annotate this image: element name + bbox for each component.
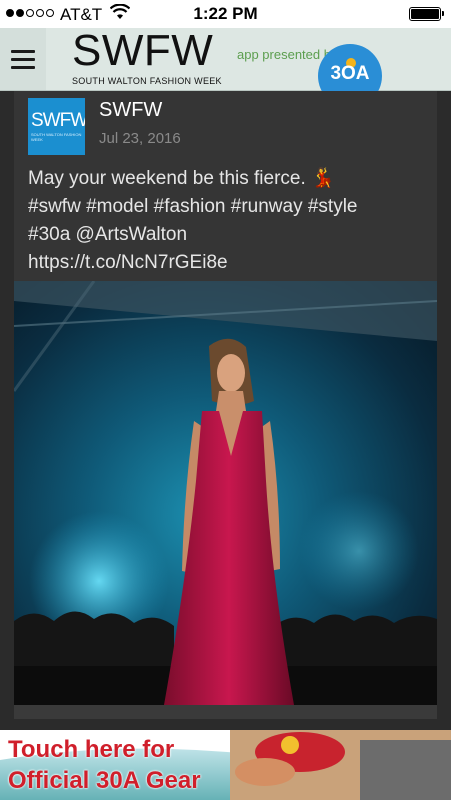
logo-subtitle: SOUTH WALTON FASHION WEEK (72, 76, 222, 86)
hamburger-menu-icon (11, 50, 35, 53)
clock: 1:22 PM (193, 4, 258, 23)
hamburger-menu-button[interactable] (0, 28, 46, 90)
avatar-text: SWFW (31, 110, 85, 131)
post-date: Jul 23, 2016 (99, 130, 181, 147)
post-card[interactable]: SWFW SOUTH WALTON FASHION WEEK SWFW Jul … (14, 91, 437, 281)
sponsor-badge-text: 3OA (330, 63, 370, 84)
post-author[interactable]: SWFW (99, 99, 162, 122)
logo-title: SWFW (72, 26, 214, 75)
post-divider (14, 705, 437, 719)
app-header: SWFW SOUTH WALTON FASHION WEEK app prese… (0, 26, 451, 108)
avatar[interactable]: SWFW SOUTH WALTON FASHION WEEK (28, 98, 85, 155)
battery-icon (409, 7, 444, 21)
post-photo[interactable] (14, 281, 437, 705)
post-text: May your weekend be this fierce. 💃 #swfw… (28, 168, 358, 273)
ad-banner[interactable]: Touch here for Official 30A Gear (0, 730, 451, 800)
ad-line-1: Touch here for (8, 736, 175, 763)
ad-line-2: Official 30A Gear (8, 767, 201, 794)
avatar-subtext: SOUTH WALTON FASHION WEEK (31, 132, 82, 142)
status-bar: AT&T 1:22 PM (0, 0, 451, 28)
